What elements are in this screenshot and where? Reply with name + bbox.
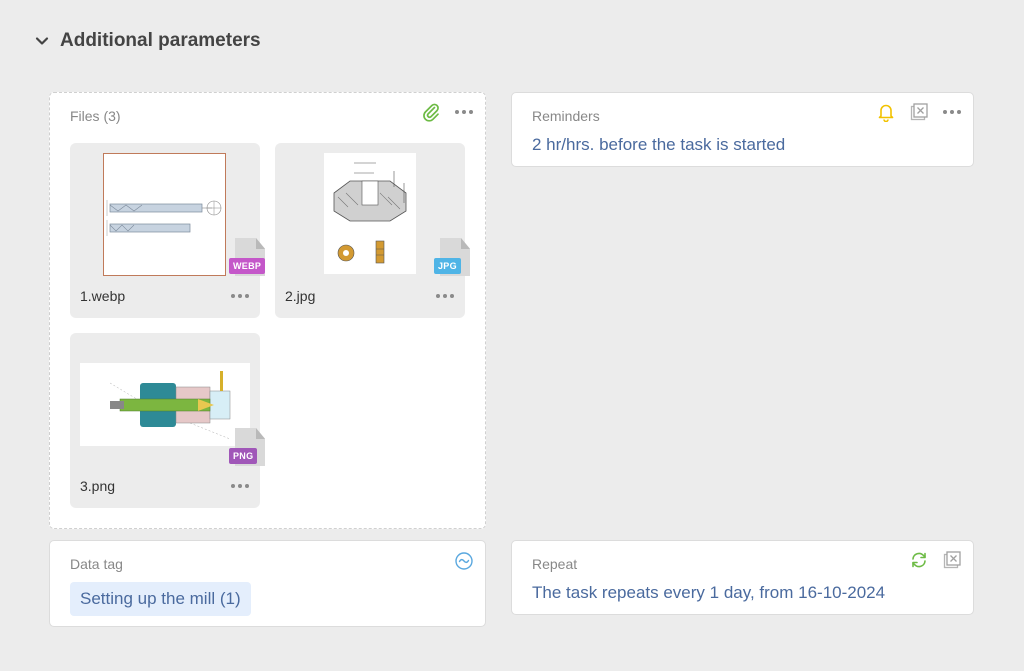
section-title: Additional parameters	[60, 30, 261, 51]
data-tag-label: Data tag	[70, 556, 123, 572]
reminder-bell-button[interactable]	[875, 101, 897, 123]
file-name: 3.png	[80, 478, 116, 494]
repeat-label: Repeat	[532, 556, 578, 572]
reminders-value[interactable]: 2 hr/hrs. before the task is started	[532, 135, 785, 155]
remove-icon	[943, 551, 961, 569]
file-type-badge: PNG	[229, 428, 265, 468]
file-tile-3[interactable]: PNG 3.png	[70, 333, 265, 508]
repeat-button[interactable]	[908, 549, 930, 571]
file-more-button[interactable]	[434, 289, 456, 303]
paperclip-icon	[423, 103, 439, 122]
tag-wave-icon	[455, 552, 473, 570]
file-type-badge: JPG	[434, 238, 470, 278]
file-thumbnail	[103, 153, 226, 276]
file-thumbnail	[324, 153, 416, 274]
section-toggle[interactable]: Additional parameters	[34, 30, 261, 52]
data-tag-card: Data tag Setting up the mill (1)	[49, 540, 486, 627]
repeat-remove-button[interactable]	[941, 549, 963, 571]
file-type-badge: WEBP	[229, 238, 266, 278]
files-card: Files (3) WEBP 1.webp JPG 2.jpg PNG 3.pn…	[49, 92, 486, 529]
data-tag-chip[interactable]: Setting up the mill (1)	[70, 582, 251, 616]
reminders-remove-button[interactable]	[908, 101, 930, 123]
repeat-icon	[912, 552, 926, 568]
repeat-card[interactable]: Repeat The task repeats every 1 day, fro…	[511, 540, 974, 615]
file-tile-2[interactable]: JPG 2.jpg	[275, 143, 470, 318]
remove-icon	[910, 103, 928, 121]
file-ext-label: WEBP	[229, 258, 266, 274]
bell-icon	[878, 104, 894, 122]
file-more-button[interactable]	[229, 289, 251, 303]
files-label: Files (3)	[70, 108, 121, 124]
file-ext-label: JPG	[434, 258, 461, 274]
reminders-more-button[interactable]	[941, 105, 963, 119]
file-tile-1[interactable]: WEBP 1.webp	[70, 143, 266, 318]
files-more-button[interactable]	[453, 105, 475, 119]
chevron-down-icon	[35, 37, 49, 45]
file-ext-label: PNG	[229, 448, 258, 464]
repeat-value[interactable]: The task repeats every 1 day, from 16-10…	[532, 583, 885, 603]
file-more-button[interactable]	[229, 479, 251, 493]
attach-button[interactable]	[420, 101, 442, 123]
data-tag-button[interactable]	[453, 550, 475, 572]
file-thumbnail	[80, 363, 250, 446]
reminders-card[interactable]: Reminders 2 hr/hrs. before the task is s…	[511, 92, 974, 167]
file-name: 2.jpg	[285, 288, 316, 304]
reminders-label: Reminders	[532, 108, 600, 124]
file-name: 1.webp	[80, 288, 126, 304]
